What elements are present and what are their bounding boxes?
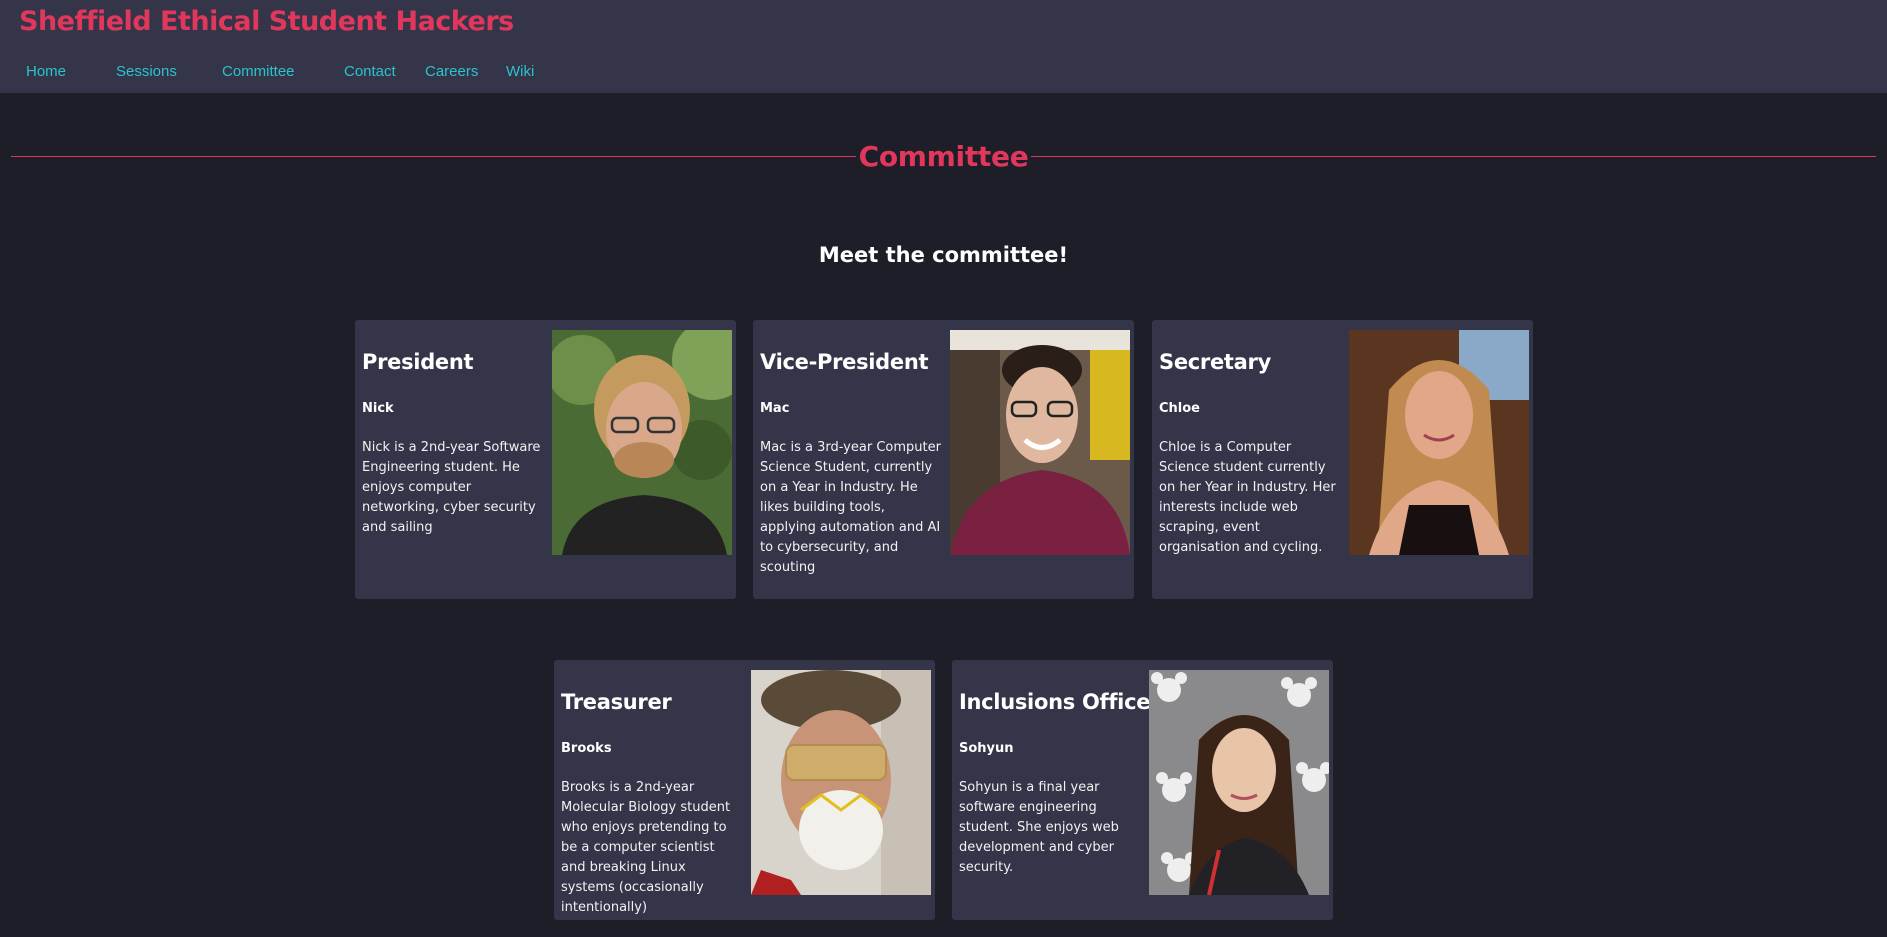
card-role: President — [362, 350, 474, 374]
site-title-link[interactable]: Sheffield Ethical Student Hackers — [19, 6, 514, 37]
card-role: Secretary — [1159, 350, 1271, 374]
portrait-illustration — [1349, 330, 1529, 555]
page-subtitle: Meet the committee! — [818, 243, 1069, 267]
card-role: Inclusions Officer — [959, 690, 1161, 714]
card-bio: Mac is a 3rd-year Computer Science Stude… — [760, 440, 941, 575]
committee-card-vice-president: Vice-President Mac Mac is a 3rd-year Com… — [753, 320, 1134, 599]
member-photo — [1149, 670, 1329, 895]
section-title-text: Committee — [855, 140, 1032, 173]
card-bio: Brooks is a 2nd-year Molecular Biology s… — [561, 780, 731, 915]
nav-careers[interactable]: Careers — [425, 63, 478, 80]
card-bio: Sohyun is a final year software engineer… — [959, 780, 1119, 875]
member-photo — [950, 330, 1130, 555]
card-bio: Nick is a 2nd-year Software Engineering … — [362, 440, 541, 535]
card-role: Treasurer — [561, 690, 672, 714]
committee-card-treasurer: Treasurer Brooks Brooks is a 2nd-year Mo… — [554, 660, 935, 920]
site-header: Sheffield Ethical Student Hackers Home S… — [0, 0, 1887, 93]
card-name: Brooks — [561, 741, 612, 756]
committee-card-inclusions-officer: Inclusions Officer Sohyun Sohyun is a fi… — [952, 660, 1333, 920]
card-name: Chloe — [1159, 401, 1200, 416]
nav-home[interactable]: Home — [26, 63, 66, 80]
section-title: Committee — [0, 140, 1887, 173]
member-photo — [1349, 330, 1529, 555]
portrait-illustration — [751, 670, 931, 895]
member-photo — [552, 330, 732, 555]
nav-contact[interactable]: Contact — [344, 63, 396, 80]
portrait-illustration — [950, 330, 1130, 555]
card-name: Sohyun — [959, 741, 1014, 756]
committee-card-secretary: Secretary Chloe Chloe is a Computer Scie… — [1152, 320, 1533, 599]
portrait-illustration — [1149, 670, 1329, 895]
nav-committee[interactable]: Committee — [222, 63, 295, 80]
card-bio: Chloe is a Computer Science student curr… — [1159, 440, 1336, 555]
card-role: Vice-President — [760, 350, 929, 374]
nav-sessions[interactable]: Sessions — [116, 63, 177, 80]
nav-wiki[interactable]: Wiki — [506, 63, 534, 80]
portrait-illustration — [552, 330, 732, 555]
member-photo — [751, 670, 931, 895]
card-name: Nick — [362, 401, 394, 416]
card-name: Mac — [760, 401, 790, 416]
committee-card-president: President Nick Nick is a 2nd-year Softwa… — [355, 320, 736, 599]
